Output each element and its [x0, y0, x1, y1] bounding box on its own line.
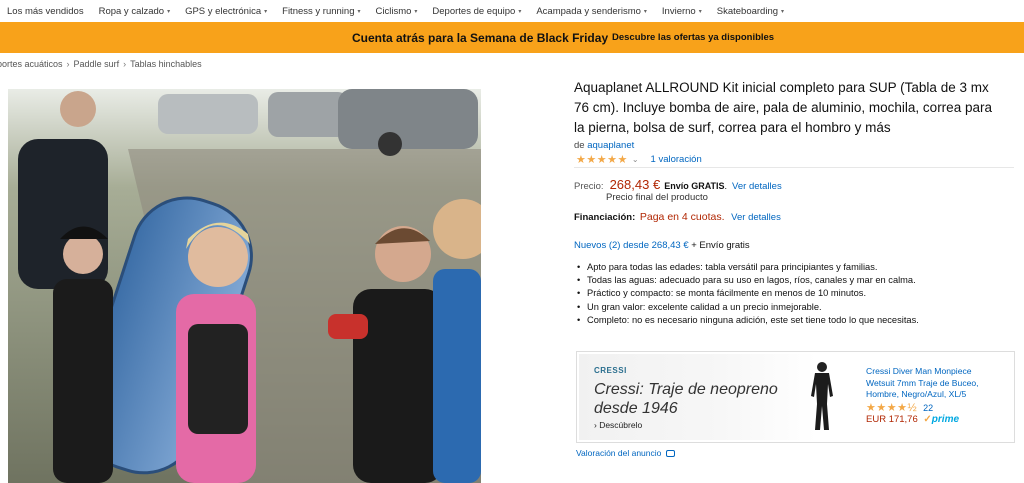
nav-category-label: Skateboarding [716, 5, 779, 17]
nav-category-label: Deportes de equipo [432, 5, 516, 17]
price-value: 268,43 € [609, 177, 661, 192]
shipping-suffix: . [724, 181, 728, 191]
new-offers: Nuevos (2) desde 268,43 € + Envío gratis [574, 240, 750, 251]
promo-title[interactable]: Cuenta atrás para la Semana de Black Fri… [352, 31, 608, 45]
ad-rating: ★★★★½ 22 [866, 401, 933, 414]
sponsored-ad[interactable]: CRESSI Cressi: Traje de neopreno desde 1… [576, 351, 1015, 443]
byline-prefix: de [574, 140, 585, 151]
category-nav: Los más vendidos Ropa y calzado ▾ GPS y ele… [0, 0, 1024, 22]
breadcrumb-item[interactable]: Tablas hinchables [130, 59, 202, 69]
nav-category-item[interactable]: Skateboarding ▾ [717, 6, 784, 17]
rating-count-link[interactable]: 1 valoración [651, 154, 702, 165]
nav-category-item[interactable]: Los más vendidos [7, 6, 84, 17]
breadcrumb-separator: › [123, 59, 127, 69]
nav-category-label: GPS y electrónica [185, 5, 262, 17]
breadcrumb-separator: › [66, 59, 70, 69]
ad-cta-link[interactable]: › Descúbrelo [594, 420, 642, 430]
price-row: Precio: 268,43 € Envío GRATIS. Ver detal… [574, 177, 782, 192]
ad-headline: Cressi: Traje de neopreno desde 1946 [594, 381, 778, 417]
product-photo-illustration [8, 89, 481, 483]
feature-bullet: Apto para todas las edades: tabla versát… [576, 261, 919, 274]
financing-details-link[interactable]: Ver detalles [731, 212, 781, 223]
nav-category-item[interactable]: Fitness y running ▾ [282, 6, 360, 17]
feature-bullets: Apto para todas las edades: tabla versát… [576, 261, 919, 327]
chevron-down-icon[interactable]: ⌄ [632, 155, 639, 164]
divider [574, 167, 1014, 168]
new-offers-suffix: + Envío gratis [688, 240, 750, 251]
prime-badge: ✓prime [923, 414, 959, 425]
star-rating-icon[interactable]: ★★★★½ [866, 401, 917, 414]
chevron-down-icon: ▾ [357, 8, 361, 15]
nav-category-label: Ciclismo [375, 5, 412, 17]
breadcrumb: portes acuáticos › Paddle surf › Tablas hinc… [0, 59, 202, 69]
chevron-down-icon: ▾ [518, 8, 522, 15]
nav-category-item[interactable]: Acampada y senderismo ▾ [536, 6, 647, 17]
product-title: Aquaplanet ALLROUND Kit inicial completo… [574, 80, 992, 135]
breadcrumb-item[interactable]: Paddle surf [74, 59, 120, 69]
ad-price: EUR 171,76 [866, 414, 918, 425]
nav-category-label: Fitness y running [282, 5, 355, 17]
rating-row: ★★★★★ ⌄ 1 valoración [576, 153, 702, 166]
ad-rating-count[interactable]: 22 [923, 403, 933, 413]
nav-category-item[interactable]: Ciclismo ▾ [376, 6, 418, 17]
new-offers-link[interactable]: Nuevos (2) desde 268,43 € [574, 240, 689, 251]
chevron-down-icon: ▾ [698, 8, 702, 15]
nav-category-item[interactable]: Ropa y calzado ▾ [99, 6, 171, 17]
nav-category-item[interactable]: Invierno ▾ [662, 6, 702, 17]
financing-label: Financiación: [574, 212, 636, 223]
star-rating-icon[interactable]: ★★★★★ [576, 153, 628, 166]
chevron-down-icon: ▾ [264, 8, 268, 15]
brand-byline: de aquaplanet [574, 140, 634, 151]
price-label: Precio: [574, 181, 604, 192]
check-icon: ✓ [923, 414, 932, 425]
feature-bullet: Todas las aguas: adecuado para su uso en… [576, 274, 919, 287]
speech-bubble-icon [666, 449, 676, 457]
brand-link[interactable]: aquaplanet [587, 140, 634, 151]
prime-label: prime [931, 414, 960, 425]
breadcrumb-item[interactable]: portes acuáticos [0, 59, 63, 69]
chevron-down-icon: ▾ [167, 8, 171, 15]
nav-category-label: Ropa y calzado [98, 5, 165, 17]
ad-banner[interactable]: CRESSI Cressi: Traje de neopreno desde 1… [579, 354, 817, 440]
final-price-note: Precio final del producto [606, 192, 708, 203]
ad-product-title-link[interactable]: Cressi Diver Man Monpiece Wetsuit 7mm Tr… [866, 366, 996, 401]
promo-banner[interactable]: Cuenta atrás para la Semana de Black Fri… [0, 22, 1024, 53]
product-image[interactable] [8, 89, 481, 483]
feature-bullet: Completo: no es necesario ninguna adició… [576, 314, 919, 327]
shipping-free: Envío GRATIS [664, 181, 725, 191]
nav-category-label: Acampada y senderismo [536, 5, 641, 17]
promo-link[interactable]: Descubre las ofertas ya disponibles [612, 32, 774, 43]
wetsuit-product-image[interactable] [804, 360, 840, 434]
nav-category-label: Invierno [661, 5, 696, 17]
nav-category-label: Los más vendidos [7, 5, 84, 17]
nav-category-item[interactable]: GPS y electrónica ▾ [185, 6, 267, 17]
ad-price-row: EUR 171,76 ✓prime [866, 414, 959, 425]
chevron-down-icon: ▾ [643, 8, 647, 15]
ad-feedback-label[interactable]: Valoración del anuncio [576, 448, 661, 458]
financing-text: Paga en 4 cuotas. [639, 211, 725, 223]
feature-bullet: Un gran valor: excelente calidad a un pr… [576, 301, 919, 314]
shipping-info: Envío GRATIS. [664, 181, 727, 191]
chevron-down-icon: ▾ [414, 8, 418, 15]
ad-feedback[interactable]: Valoración del anuncio [576, 448, 676, 458]
financing-row: Financiación: Paga en 4 cuotas. Ver deta… [574, 211, 781, 223]
shipping-details-link[interactable]: Ver detalles [732, 181, 782, 192]
chevron-down-icon: ▾ [781, 8, 785, 15]
feature-bullet: Práctico y compacto: se monta fácilmente… [576, 287, 919, 300]
ad-brand: CRESSI [594, 366, 627, 375]
nav-category-item[interactable]: Deportes de equipo ▾ [432, 6, 521, 17]
